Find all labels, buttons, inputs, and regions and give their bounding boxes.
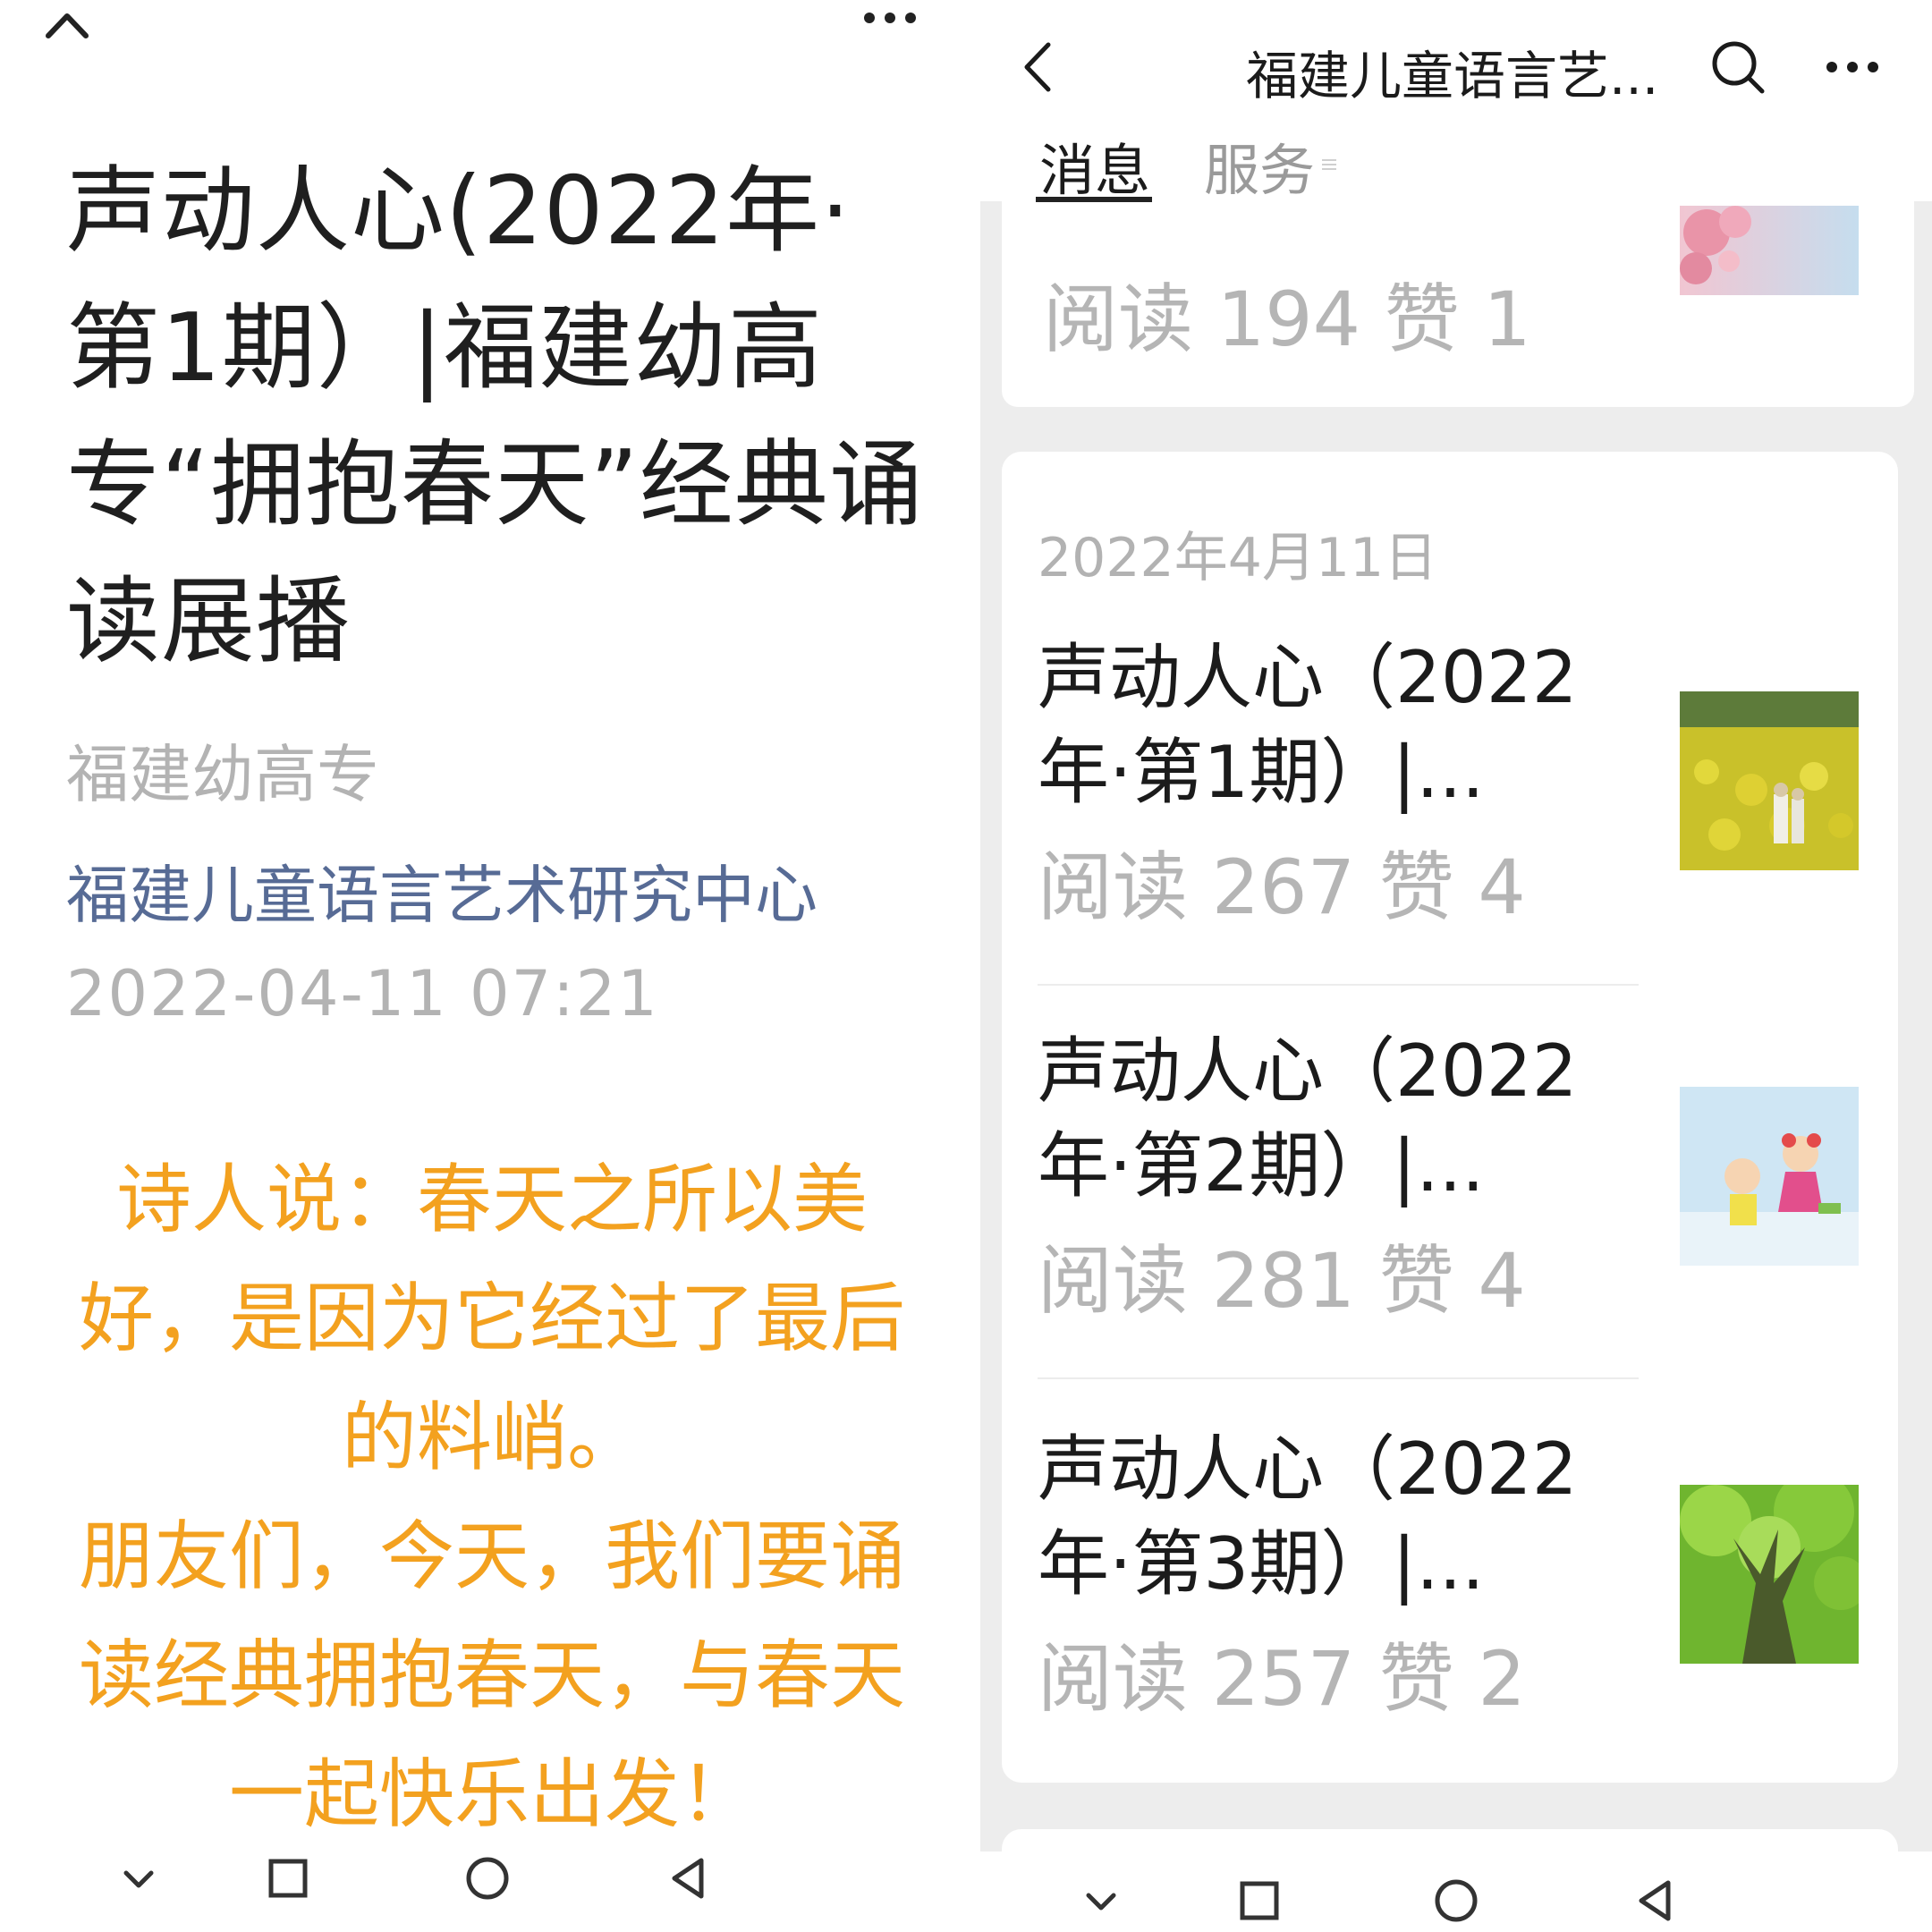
- item-stats: 阅读 194 赞 1: [1043, 275, 1531, 363]
- home-icon[interactable]: [1429, 1874, 1483, 1928]
- more-options-icon[interactable]: [859, 0, 921, 36]
- article-title: 声动人心(2022年·第1期）|福建幼高专“拥抱春天”经典诵读展播: [66, 157, 924, 676]
- item-title-line: 声动人心（2022: [1038, 1030, 1578, 1113]
- list-item[interactable]: 声动人心（2022 年·第3期）|... 阅读 257 赞 2: [1002, 1422, 1898, 1816]
- list-divider: [1038, 1377, 1639, 1379]
- item-title-line: 年·第3期）|...: [1038, 1522, 1485, 1606]
- poem-paragraph: 朋友们，今天，我们要诵读经典拥抱春天，与春天一起快乐出发！: [78, 1513, 905, 1838]
- item-title: 声动人心（2022 年·第1期）|...: [1038, 631, 1592, 820]
- search-icon[interactable]: [1707, 36, 1769, 98]
- item-stats: 阅读 267 赞 4: [1038, 843, 1526, 931]
- item-stats: 阅读 257 赞 2: [1038, 1635, 1526, 1723]
- hide-nav-icon[interactable]: [112, 1852, 165, 1905]
- article-author: 福建幼高专: [66, 738, 379, 811]
- account-pane: 阅读 194 赞 1 福建儿童语言艺... 消息 服务 2022年4月11日 声…: [980, 0, 1932, 1932]
- hide-nav-icon[interactable]: [1074, 1874, 1128, 1928]
- item-title-line: 声动人心（2022: [1038, 636, 1578, 719]
- home-icon[interactable]: [461, 1852, 514, 1905]
- list-divider: [1038, 984, 1639, 986]
- message-group-card: 2022年4月11日 声动人心（2022 年·第1期）|... 阅读 267 赞…: [1002, 452, 1898, 1783]
- article-top-bar: [0, 0, 973, 63]
- active-tab-indicator: [1036, 197, 1152, 202]
- system-nav-bar: [980, 1852, 1932, 1932]
- system-nav-bar: [0, 1834, 973, 1932]
- recents-icon[interactable]: [1233, 1874, 1286, 1928]
- article-account-link[interactable]: 福建儿童语言艺术研究中心: [66, 845, 818, 936]
- tab-services[interactable]: 服务: [1204, 125, 1315, 206]
- more-options-icon[interactable]: [1821, 45, 1884, 89]
- green-tree-thumbnail: [1680, 1485, 1859, 1664]
- list-item[interactable]: 声动人心（2022 年·第2期）|... 阅读 281 赞 4: [1002, 1024, 1898, 1418]
- article-pane: 声动人心(2022年·第1期）|福建幼高专“拥抱春天”经典诵读展播 福建幼高专 …: [0, 0, 973, 1932]
- list-item-partial[interactable]: 阅读 194 赞 1: [1002, 201, 1914, 407]
- list-item[interactable]: 声动人心（2022 年·第1期）|... 阅读 267 赞 4: [1002, 631, 1898, 1024]
- item-title: 声动人心（2022 年·第3期）|...: [1038, 1422, 1592, 1612]
- recents-icon[interactable]: [261, 1852, 315, 1905]
- cartoon-kids-thumbnail: [1680, 1087, 1859, 1266]
- menu-icon: [1322, 159, 1336, 170]
- item-title-line: 声动人心（2022: [1038, 1428, 1578, 1511]
- pane-divider: [973, 0, 980, 1932]
- back-icon[interactable]: [1013, 36, 1066, 98]
- rapeseed-field-thumbnail: [1680, 691, 1859, 870]
- item-title: 声动人心（2022 年·第2期）|...: [1038, 1024, 1592, 1214]
- collapse-icon[interactable]: [36, 0, 98, 54]
- group-date: 2022年4月11日: [1038, 527, 1438, 589]
- poem-paragraph: 诗人说：春天之所以美好，是因为它经过了最后的料峭。: [78, 1156, 905, 1481]
- item-title-line: 年·第1期）|...: [1038, 731, 1485, 814]
- tab-messages[interactable]: 消息: [1039, 125, 1150, 206]
- article-poem: 诗人说：春天之所以美好，是因为它经过了最后的料峭。 朋友们，今天，我们要诵读经典…: [54, 1140, 930, 1854]
- item-title-line: 年·第2期）|...: [1038, 1124, 1485, 1208]
- back-triangle-icon[interactable]: [662, 1852, 716, 1905]
- pink-blossom-thumbnail: [1680, 206, 1859, 295]
- account-header: 福建儿童语言艺... 消息 服务: [980, 0, 1932, 203]
- item-stats: 阅读 281 赞 4: [1038, 1237, 1526, 1325]
- account-title: 福建儿童语言艺...: [1246, 46, 1659, 106]
- back-triangle-icon[interactable]: [1629, 1874, 1682, 1928]
- article-publish-time: 2022-04-11 07:21: [66, 957, 659, 1030]
